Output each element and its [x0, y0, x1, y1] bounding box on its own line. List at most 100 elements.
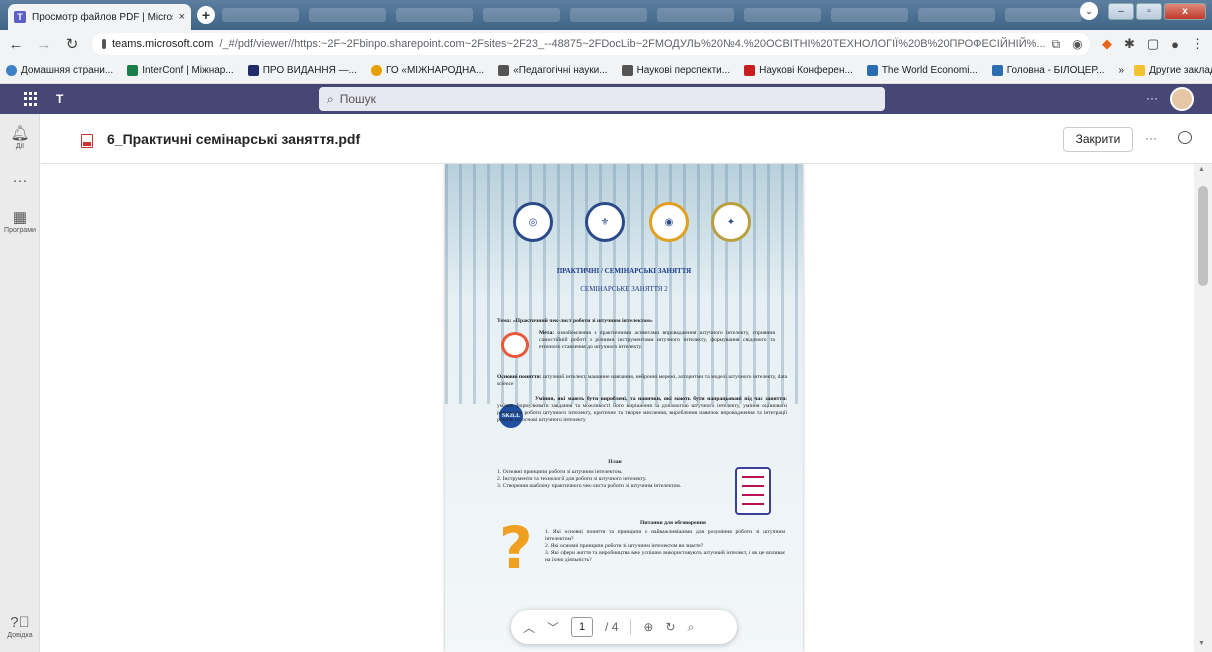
background-tab[interactable] — [744, 8, 821, 22]
teams-header: T ⌕ Пошук ··· — [0, 84, 1212, 114]
other-bookmarks-folder[interactable]: Другие закладки — [1134, 65, 1212, 76]
vertical-scrollbar[interactable]: ▲ ▼ — [1194, 164, 1212, 652]
pdf-plan-list: 1. Основні принципи роботи зі штучним ін… — [497, 469, 725, 490]
tab-title: Просмотр файлов PDF | Microsoft Teams — [32, 11, 173, 23]
pdf-page: ◎ ⚜ ◉ ✦ ПРАКТИЧНІ / СЕМІНАРСЬКІ ЗАНЯТТЯ … — [445, 164, 803, 652]
help-icon: ?⃝ — [10, 614, 30, 631]
institution-logo-icon: ⚜ — [585, 202, 625, 242]
rail-item-more[interactable]: ··· — [0, 172, 40, 189]
pdf-page-toolbar: ︿ ﹀ 1 / 4 ⊕ ↻ ⌕ — [511, 610, 737, 644]
browser-tab-active[interactable]: T Просмотр файлов PDF | Microsoft Teams … — [8, 4, 191, 30]
reload-icon[interactable]: ↻ — [64, 35, 80, 53]
background-tab[interactable] — [309, 8, 386, 22]
profile-icon[interactable]: ● — [1171, 37, 1179, 52]
translate-icon[interactable]: ⧉ — [1052, 37, 1061, 52]
question-mark-icon: ? — [499, 514, 533, 582]
back-icon[interactable]: ← — [8, 36, 24, 53]
bookmark-favicon-icon — [621, 65, 633, 76]
app-rail: 🔔︎ Дії ··· ▦ Програми ?⃝ Довідка — [0, 114, 40, 652]
bookmark-favicon-icon — [866, 65, 878, 76]
url-field[interactable]: teams.microsoft.com /_#/pdf/viewer//http… — [92, 33, 1090, 55]
puzzle-icon[interactable]: ✱ — [1124, 36, 1135, 52]
search-input[interactable]: ⌕ Пошук — [319, 87, 885, 111]
institution-logo-icon: ◎ — [513, 202, 553, 242]
pdf-file-icon — [81, 134, 93, 148]
tab-close-button[interactable]: × — [179, 11, 185, 23]
avatar[interactable] — [1170, 87, 1194, 111]
bookmark-item[interactable]: ГО «МІЖНАРОДНА... — [370, 65, 484, 76]
tab-search-icon[interactable]: ⌄ — [1080, 2, 1098, 20]
question-item: 1. Які основні поняття та принципи є най… — [545, 529, 785, 542]
question-item: 3. Які сфери життя та виробництва вже ус… — [545, 550, 785, 563]
close-button[interactable]: Закрити — [1063, 127, 1133, 152]
chat-icon[interactable] — [1178, 131, 1192, 144]
bookmark-item[interactable]: The World Economi... — [866, 65, 978, 76]
page-number-input[interactable]: 1 — [571, 617, 594, 637]
extension-icon[interactable]: ◆ — [1102, 36, 1112, 52]
previous-page-icon[interactable]: ︿ — [523, 619, 535, 636]
background-tab[interactable] — [483, 8, 560, 22]
background-tab[interactable] — [1005, 8, 1082, 22]
folder-icon — [1134, 65, 1146, 76]
bookmark-favicon-icon — [127, 65, 139, 76]
window-controls: ⌄ – ▫ x — [1080, 2, 1206, 20]
bell-icon: 🔔︎ — [10, 125, 30, 142]
app-launcher-icon[interactable] — [24, 92, 38, 106]
background-tab[interactable] — [918, 8, 995, 22]
background-tabs — [222, 8, 1082, 22]
pdf-heading: ПРАКТИЧНІ / СЕМІНАРСЬКІ ЗАНЯТТЯ — [556, 267, 692, 275]
more-options-button[interactable]: ··· — [1145, 131, 1157, 145]
url-actions: ⧉ ◉ ⇪ ☆ — [1052, 37, 1090, 52]
zoom-in-icon[interactable]: ⊕ — [643, 620, 653, 634]
rail-label: Дії — [15, 143, 25, 150]
scroll-up-icon[interactable]: ▲ — [1198, 166, 1205, 173]
plan-item: 1. Основні принципи роботи зі штучним ін… — [497, 469, 623, 475]
new-tab-button[interactable]: + — [197, 6, 215, 24]
teams-favicon-icon: T — [14, 11, 26, 23]
pdf-viewer[interactable]: ◎ ⚜ ◉ ✦ ПРАКТИЧНІ / СЕМІНАРСЬКІ ЗАНЯТТЯ … — [41, 164, 1194, 652]
rail-item-help[interactable]: ?⃝ Довідка — [0, 614, 40, 639]
pdf-questions-list: 1. Які основні поняття та принципи є най… — [545, 529, 785, 564]
close-window-button[interactable]: x — [1164, 2, 1206, 20]
bookmark-item[interactable]: InterConf | Міжнар... — [127, 65, 234, 76]
institution-logo-icon: ◉ — [649, 202, 689, 242]
settings-more-button[interactable]: ··· — [1146, 91, 1158, 105]
plan-item: 2. Інструменти та технології для роботи … — [497, 476, 647, 482]
bookmark-favicon-icon — [370, 65, 382, 76]
search-icon[interactable]: ⌕ — [688, 620, 695, 635]
scrollbar-thumb[interactable] — [1198, 186, 1208, 286]
scroll-down-icon[interactable]: ▼ — [1198, 640, 1205, 647]
background-tab[interactable] — [222, 8, 299, 22]
next-page-icon[interactable]: ﹀ — [547, 619, 559, 636]
bookmark-item[interactable]: «Педагогічні науки... — [498, 65, 608, 76]
bookmark-favicon-icon — [247, 65, 259, 76]
bookmark-item[interactable]: Наукові перспекти... — [621, 65, 730, 76]
bookmark-favicon-icon — [744, 65, 756, 76]
background-tab[interactable] — [657, 8, 734, 22]
sidebar-icon[interactable]: ▢ — [1147, 36, 1159, 52]
teams-logo-icon: T — [56, 92, 64, 106]
bookmark-item[interactable]: Наукові Конферен... — [744, 65, 853, 76]
bookmark-item[interactable]: ПРО ВИДАННЯ —... — [247, 65, 357, 76]
background-tab[interactable] — [831, 8, 908, 22]
rail-item-apps[interactable]: ▦ Програми — [0, 208, 40, 234]
page-title: 6_Практичні семінарські заняття.pdf — [107, 131, 361, 147]
search-placeholder: Пошук — [339, 92, 376, 106]
more-icon: ··· — [12, 172, 28, 189]
background-tab[interactable] — [396, 8, 473, 22]
lock-icon — [102, 39, 106, 49]
minimize-button[interactable]: – — [1108, 2, 1134, 20]
pdf-plan-title: План — [608, 459, 622, 465]
menu-icon[interactable]: ⋮ — [1191, 36, 1204, 52]
maximize-button[interactable]: ▫ — [1136, 2, 1162, 20]
eye-icon[interactable]: ◉ — [1072, 37, 1082, 52]
rail-item-activity[interactable]: 🔔︎ Дії — [0, 124, 40, 150]
rotate-icon[interactable]: ↻ — [665, 620, 675, 634]
bookmarks-overflow-button[interactable]: » — [1119, 65, 1125, 76]
forward-icon[interactable]: → — [36, 36, 52, 53]
browser-tab-strip: T Просмотр файлов PDF | Microsoft Teams … — [0, 0, 1212, 30]
bookmark-item[interactable]: Головна - БІЛОЦЕР... — [991, 65, 1105, 76]
bookmarks-bar: Домашняя страни... InterConf | Міжнар...… — [0, 58, 1212, 84]
background-tab[interactable] — [570, 8, 647, 22]
bookmark-item[interactable]: Домашняя страни... — [6, 65, 113, 76]
